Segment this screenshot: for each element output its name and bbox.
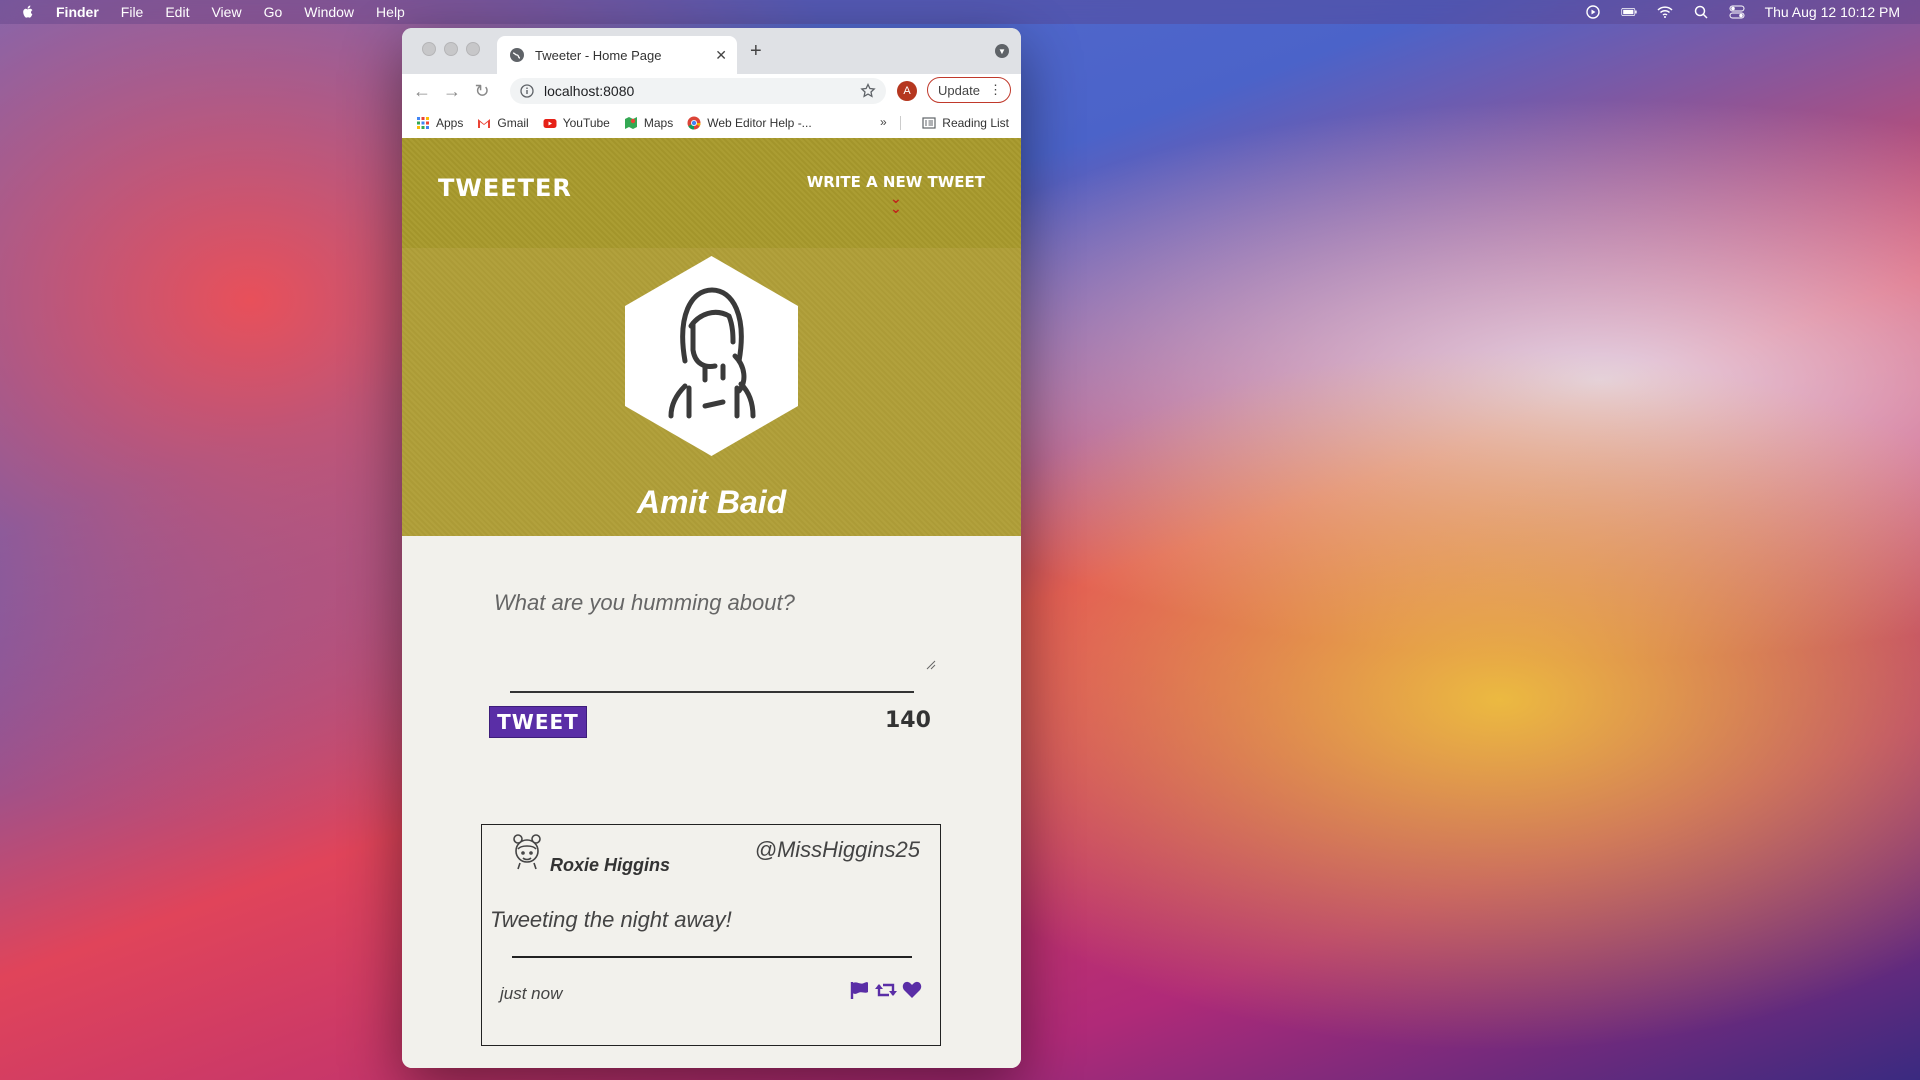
browser-toolbar: ← → ↻ localhost:8080 A Update ⋮ bbox=[402, 74, 1021, 108]
menu-edit[interactable]: Edit bbox=[165, 4, 189, 20]
wifi-icon[interactable] bbox=[1657, 5, 1673, 19]
heart-icon[interactable] bbox=[902, 981, 922, 999]
menu-view[interactable]: View bbox=[211, 4, 241, 20]
window-controls bbox=[422, 42, 480, 56]
chrome-icon bbox=[687, 116, 701, 130]
menu-help[interactable]: Help bbox=[376, 4, 405, 20]
bookmark-label: YouTube bbox=[562, 116, 610, 130]
bookmark-label: Web Editor Help -... bbox=[707, 116, 812, 130]
update-button[interactable]: Update ⋮ bbox=[927, 77, 1011, 103]
tweet-textarea[interactable]: What are you humming about? bbox=[494, 590, 795, 616]
youtube-icon bbox=[543, 119, 557, 128]
apps-grid-icon bbox=[417, 117, 429, 129]
resize-handle-icon[interactable] bbox=[926, 660, 936, 670]
compose-section: What are you humming about? TWEET 140 bbox=[402, 536, 1021, 816]
bookmarks-divider bbox=[900, 116, 901, 130]
profile-avatar-button[interactable]: A bbox=[897, 81, 917, 101]
profile-header: Amit Baid bbox=[402, 248, 1021, 536]
write-new-tweet-button[interactable]: WRITE A NEW TWEET ⌄ ⌄ bbox=[806, 173, 985, 217]
tweet-author-name: Roxie Higgins bbox=[550, 855, 671, 875]
flag-icon[interactable] bbox=[850, 981, 870, 999]
character-counter: 140 bbox=[885, 708, 931, 733]
bookmark-web-editor-help[interactable]: Web Editor Help -... bbox=[687, 116, 812, 130]
minimize-window-button[interactable] bbox=[444, 42, 458, 56]
globe-icon bbox=[510, 48, 524, 62]
profile-name: Amit Baid bbox=[636, 484, 787, 520]
control-center-icon[interactable] bbox=[1729, 5, 1745, 19]
bookmark-star-icon[interactable] bbox=[860, 83, 876, 99]
tweet-author-handle: @MissHiggins25 bbox=[754, 837, 920, 862]
tweet-actions bbox=[850, 981, 922, 999]
tab-bar: Tweeter - Home Page ✕ + ▼ bbox=[402, 28, 1021, 74]
tab-title: Tweeter - Home Page bbox=[535, 47, 662, 63]
back-arrow-icon[interactable]: ← bbox=[410, 79, 434, 103]
url-text: localhost:8080 bbox=[544, 83, 635, 99]
tweet-submit-button[interactable]: TWEET bbox=[489, 706, 587, 738]
reading-list-button[interactable]: Reading List bbox=[922, 108, 1009, 138]
reading-list-icon bbox=[922, 117, 936, 129]
apple-menu-icon[interactable] bbox=[20, 4, 36, 20]
close-window-button[interactable] bbox=[422, 42, 436, 56]
tweet-divider bbox=[512, 956, 912, 958]
browser-tab-active[interactable]: Tweeter - Home Page ✕ bbox=[497, 36, 737, 74]
spotlight-search-icon[interactable] bbox=[1693, 5, 1709, 19]
forward-arrow-icon[interactable]: → bbox=[440, 79, 464, 103]
maps-icon bbox=[624, 117, 637, 129]
tweet-timestamp: just now bbox=[500, 984, 563, 1003]
battery-icon[interactable] bbox=[1620, 5, 1637, 19]
update-label: Update bbox=[938, 82, 980, 98]
bookmark-youtube[interactable]: YouTube bbox=[543, 116, 610, 130]
menu-file[interactable]: File bbox=[121, 4, 144, 20]
menu-go[interactable]: Go bbox=[264, 4, 283, 20]
top-nav: TWEETER WRITE A NEW TWEET ⌄ ⌄ bbox=[402, 138, 1021, 248]
site-info-icon[interactable] bbox=[520, 84, 534, 98]
tweet-author-avatar bbox=[513, 834, 541, 870]
menu-app-name[interactable]: Finder bbox=[56, 4, 99, 20]
new-tab-icon[interactable]: + bbox=[750, 40, 762, 63]
address-bar[interactable]: localhost:8080 bbox=[510, 78, 886, 104]
retweet-icon[interactable] bbox=[874, 981, 898, 999]
double-chevron-down-icon: ⌄ ⌄ bbox=[889, 191, 902, 217]
brand-logo[interactable]: TWEETER bbox=[438, 174, 572, 202]
bookmark-apps[interactable]: Apps bbox=[416, 116, 463, 130]
reading-list-label: Reading List bbox=[942, 116, 1009, 130]
bookmark-gmail[interactable]: Gmail bbox=[477, 116, 529, 130]
reload-icon[interactable]: ↻ bbox=[470, 79, 494, 103]
profile-avatar bbox=[625, 256, 798, 456]
bookmark-label: Maps bbox=[643, 116, 674, 130]
browser-window: Tweeter - Home Page ✕ + ▼ ← → ↻ localhos… bbox=[402, 28, 1021, 1068]
media-play-icon[interactable] bbox=[1585, 5, 1601, 19]
tab-search-icon[interactable]: ▼ bbox=[995, 44, 1009, 58]
compose-underline bbox=[510, 691, 914, 693]
bookmark-maps[interactable]: Maps bbox=[624, 116, 673, 130]
more-bookmarks-icon[interactable]: » bbox=[880, 115, 887, 129]
menu-window[interactable]: Window bbox=[304, 4, 354, 20]
tweet-content: Tweeting the night away! bbox=[490, 907, 732, 932]
close-tab-icon[interactable]: ✕ bbox=[715, 47, 727, 64]
zoom-window-button[interactable] bbox=[466, 42, 480, 56]
bookmark-label: Apps bbox=[436, 116, 464, 130]
tweet-card: Roxie Higgins @MissHiggins25 Tweeting th… bbox=[481, 824, 941, 1046]
menubar-clock[interactable]: Thu Aug 12 10:12 PM bbox=[1765, 4, 1900, 20]
bookmark-label: Gmail bbox=[497, 116, 529, 130]
write-new-tweet-label: WRITE A NEW TWEET bbox=[806, 173, 985, 191]
bookmarks-bar: Apps Gmail YouTube Maps Web Editor Help … bbox=[402, 108, 1021, 139]
macos-menubar: Finder File Edit View Go Window Help Thu… bbox=[0, 0, 1920, 24]
gmail-icon bbox=[478, 119, 491, 128]
more-menu-icon[interactable]: ⋮ bbox=[989, 82, 1002, 98]
